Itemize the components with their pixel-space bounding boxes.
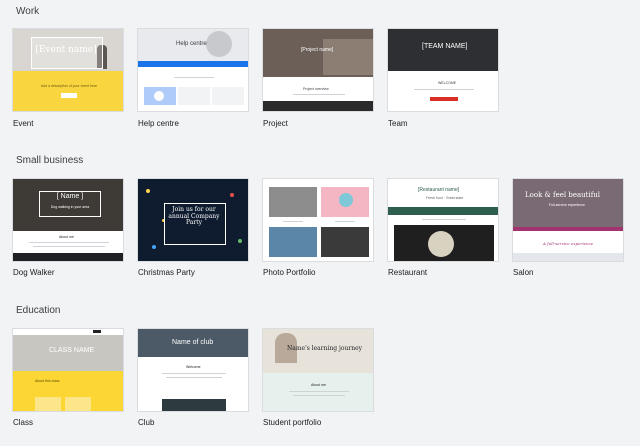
event-description: Add a description of your event here (40, 84, 98, 88)
event-yellow-band (13, 71, 123, 111)
student-about: About me (311, 383, 326, 387)
template-label-photo-portfolio: Photo Portfolio (263, 268, 316, 277)
student-text-line-2 (293, 395, 345, 396)
student-mint-band (263, 373, 373, 411)
club-text-line-2 (166, 377, 222, 378)
light-dot (230, 193, 234, 197)
help-blue-bar (138, 61, 248, 67)
template-label-restaurant: Restaurant (388, 268, 428, 277)
template-label-team: Team (388, 119, 408, 128)
template-card-project[interactable]: [Project name] Project overview (262, 28, 374, 112)
dog-text-line-2 (33, 246, 105, 247)
template-card-restaurant[interactable]: [Restaurant name] Fresh food · Great tas… (387, 178, 499, 262)
help-tile-3 (212, 87, 244, 105)
salon-heading: Look & feel beautiful (525, 191, 601, 199)
photo-caption-1 (283, 221, 303, 222)
class-tile-2 (65, 397, 91, 411)
student-heading: Name's learning journey (287, 345, 363, 352)
help-text-line (174, 77, 214, 78)
section-title-small-business: Small business (16, 155, 84, 166)
template-card-team[interactable]: [TEAM NAME] WELCOME (387, 28, 499, 112)
class-nav-button (93, 330, 101, 333)
template-label-club: Club (138, 418, 155, 427)
template-label-salon: Salon (513, 268, 534, 277)
section-title-work: Work (16, 6, 40, 17)
dog-text-line-1 (29, 242, 109, 243)
dog-footer (13, 253, 123, 261)
template-card-event[interactable]: [Event name] Add a description of your e… (12, 28, 124, 112)
dog-subheading: Dog walking in your area (50, 205, 90, 209)
club-heading: Name of club (172, 339, 214, 346)
dog-about: About me (59, 235, 74, 239)
project-overview: Project overview (303, 87, 329, 91)
light-dot (146, 189, 150, 193)
club-footer-image (162, 399, 226, 411)
class-heading: CLASS NAME (49, 347, 95, 354)
plate (428, 231, 454, 257)
student-text-line-1 (289, 391, 349, 392)
light-dot (238, 239, 242, 243)
team-welcome: WELCOME (438, 81, 457, 85)
template-card-dog-walker[interactable]: [ Name ] Dog walking in your area About … (12, 178, 124, 262)
event-heading: [Event name] (35, 45, 97, 55)
salon-pink-bar (513, 227, 623, 231)
event-button (61, 93, 77, 98)
xmas-heading: Join us for our annual Company Party (168, 206, 220, 227)
team-hero-image (388, 29, 498, 71)
template-label-class: Class (13, 418, 34, 427)
photo-tile-3 (269, 227, 317, 257)
restaurant-heading: [Restaurant name] (418, 187, 460, 193)
salon-sub: Full-service experience (549, 203, 585, 207)
restaurant-green-bar (388, 207, 498, 215)
template-label-help-centre: Help centre (138, 119, 179, 128)
template-card-student-portfolio[interactable]: Name's learning journey About me (262, 328, 374, 412)
project-hero-detail (323, 39, 373, 75)
club-text-line-1 (162, 373, 226, 374)
template-label-student-portfolio: Student portfolio (263, 418, 322, 427)
project-footer-image (263, 101, 373, 111)
template-label-project: Project (263, 119, 288, 128)
salon-tagline: A full-service experience (543, 241, 594, 246)
class-tile-1 (35, 397, 61, 411)
club-welcome: Welcome (186, 365, 201, 369)
template-label-christmas-party: Christmas Party (138, 268, 195, 277)
template-card-photo-portfolio[interactable] (262, 178, 374, 262)
dog-heading: [ Name ] (56, 193, 84, 200)
project-heading: [Project name] (301, 47, 334, 53)
photo-tile-4 (321, 227, 369, 257)
project-text-line (293, 94, 345, 95)
help-tile-icon (154, 91, 164, 101)
template-label-event: Event (13, 119, 34, 128)
template-label-dog-walker: Dog Walker (13, 268, 55, 277)
team-heading: [TEAM NAME] (422, 43, 468, 50)
class-about: About this class (35, 379, 60, 383)
template-card-class[interactable]: CLASS NAME About this class (12, 328, 124, 412)
template-card-christmas-party[interactable]: Join us for our annual Company Party (137, 178, 249, 262)
restaurant-text-line (422, 219, 466, 220)
section-title-education: Education (16, 305, 61, 316)
hero-decor-circle (206, 31, 232, 57)
help-heading: Help centre (176, 41, 207, 47)
team-button (430, 97, 458, 101)
team-text-line (414, 89, 474, 90)
light-dot (152, 245, 156, 249)
photo-tile-1 (269, 187, 317, 217)
restaurant-sub: Fresh food · Great taste (426, 196, 464, 200)
help-tile-2 (178, 87, 210, 105)
template-card-salon[interactable]: Look & feel beautiful Full-service exper… (512, 178, 624, 262)
photo-caption-2 (335, 221, 355, 222)
template-card-help-centre[interactable]: Help centre (137, 28, 249, 112)
salon-gallery-strip (513, 253, 623, 261)
photo-tile-2-decor (339, 193, 353, 207)
template-card-club[interactable]: Name of club Welcome (137, 328, 249, 412)
